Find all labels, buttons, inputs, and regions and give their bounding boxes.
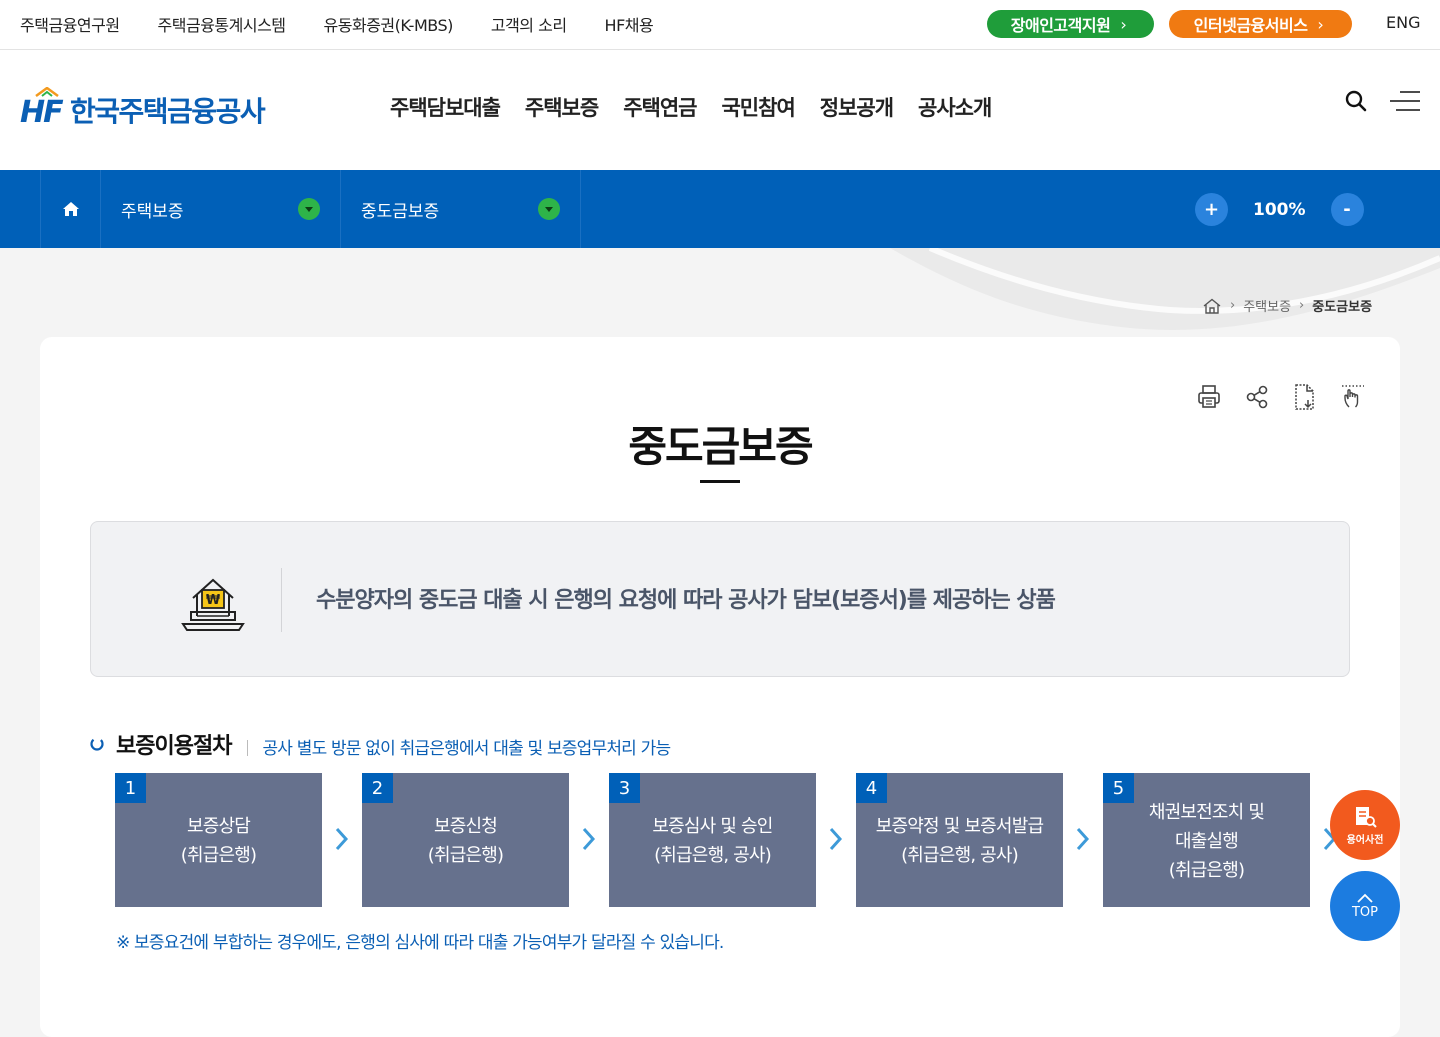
zoom-out-button[interactable]: -	[1330, 193, 1364, 226]
link-customer-voice[interactable]: 고객의 소리	[491, 12, 567, 36]
zoom-level: 100%	[1253, 199, 1306, 220]
intro-divider	[281, 568, 282, 632]
accessibility-support-button[interactable]: 장애인고객지원 ›	[987, 10, 1154, 38]
title-underline	[700, 480, 740, 483]
english-language-link[interactable]: ENG	[1386, 13, 1420, 32]
chevron-right-icon: ›	[1317, 14, 1324, 34]
step-label: 보증심사 및 승인 (취급은행, 공사)	[609, 773, 816, 907]
link-recruitment[interactable]: HF채용	[605, 12, 654, 36]
step-box: 4 보증약정 및 보증서발급 (취급은행, 공사)	[856, 773, 1063, 907]
step-line: (취급은행)	[427, 845, 504, 866]
chevron-down-icon	[538, 198, 560, 220]
section-bullet-icon	[90, 737, 104, 751]
home-icon	[63, 202, 79, 216]
share-icon[interactable]	[1244, 383, 1270, 411]
scroll-top-button[interactable]: TOP	[1330, 871, 1400, 941]
step-label: 채권보전조치 및 대출실행 (취급은행)	[1103, 773, 1310, 907]
house-won-laptop-icon: ₩	[181, 578, 245, 631]
accessibility-support-label: 장애인고객지원	[1010, 16, 1111, 35]
glossary-label: 용어사전	[1346, 834, 1384, 846]
site-header: HF 한국주택금융공사 주택담보대출 주택보증 주택연금 국민참여 정보공개 공…	[0, 50, 1440, 170]
chevron-right-icon	[1076, 827, 1090, 851]
hf-logo-mark: HF	[20, 87, 64, 130]
breadcrumb-separator: ›	[1230, 298, 1236, 313]
step-line: 보증약정 및 보증서발급	[875, 816, 1044, 837]
procedure-title: 보증이용절차	[116, 734, 232, 759]
glossary-button[interactable]: 용어사전	[1330, 790, 1400, 860]
step-box: 5 채권보전조치 및 대출실행 (취급은행)	[1103, 773, 1310, 907]
step-box: 3 보증심사 및 승인 (취급은행, 공사)	[609, 773, 816, 907]
zoom-control: + 100% -	[1195, 193, 1364, 226]
nav-mortgage-loan[interactable]: 주택담보대출	[390, 92, 501, 122]
link-kmbs[interactable]: 유동화증권(K-MBS)	[324, 12, 454, 36]
breadcrumb-separator: ›	[1299, 298, 1305, 313]
internet-banking-button[interactable]: 인터넷금융서비스 ›	[1169, 10, 1352, 38]
step-box: 2 보증신청 (취급은행)	[362, 773, 569, 907]
home-button[interactable]	[40, 170, 101, 248]
home-outline-icon[interactable]	[1202, 298, 1222, 314]
nav-public-participation[interactable]: 국민참여	[721, 92, 795, 122]
link-research-institute[interactable]: 주택금융연구원	[20, 12, 120, 36]
chevron-down-icon	[298, 198, 320, 220]
location-bar: 주택보증 중도금보증 + 100% -	[0, 170, 1440, 248]
product-intro-box: ₩ 수분양자의 중도금 대출 시 은행의 요청에 따라 공사가 담보(보증서)를…	[90, 521, 1350, 677]
search-icon[interactable]	[1344, 89, 1368, 113]
page-tools	[1196, 383, 1388, 411]
step-label: 보증상담 (취급은행)	[115, 773, 322, 907]
top-label: TOP	[1351, 904, 1378, 920]
step-line: 보증심사 및 승인	[652, 816, 773, 837]
procedure-heading: 보증이용절차 공사 별도 방문 없이 취급은행에서 대출 및 보증업무처리 가능	[90, 728, 671, 760]
link-statistics-system[interactable]: 주택금융통계시스템	[158, 12, 286, 36]
step-line: (취급은행)	[180, 845, 257, 866]
step-line: (취급은행)	[1168, 859, 1245, 881]
step-label: 보증약정 및 보증서발급 (취급은행, 공사)	[856, 773, 1063, 907]
chevron-up-icon	[1357, 893, 1373, 903]
background-swirl	[890, 248, 1440, 330]
main-navigation: 주택담보대출 주택보증 주택연금 국민참여 정보공개 공사소개	[390, 92, 1016, 122]
chevron-right-icon: ›	[1120, 14, 1127, 34]
print-icon[interactable]	[1196, 383, 1222, 411]
heading-divider	[247, 740, 249, 756]
page-title: 중도금보증	[628, 422, 813, 471]
step-line: 보증신청	[433, 816, 498, 837]
file-download-icon[interactable]	[1292, 383, 1318, 411]
nav-about-company[interactable]: 공사소개	[918, 92, 992, 122]
utility-links: 주택금융연구원 주택금융통계시스템 유동화증권(K-MBS) 고객의 소리 HF…	[20, 0, 691, 48]
chevron-right-icon	[335, 827, 349, 851]
chevron-right-icon	[829, 827, 843, 851]
depth2-dropdown[interactable]: 중도금보증	[340, 170, 580, 248]
breadcrumb-level1[interactable]: 주택보증	[1243, 296, 1291, 315]
step-line: 대출실행	[1174, 830, 1239, 852]
nav-housing-pension[interactable]: 주택연금	[623, 92, 697, 122]
nav-information-disclosure[interactable]: 정보공개	[820, 92, 894, 122]
touch-hand-icon[interactable]	[1340, 383, 1366, 411]
logo-name: 한국주택금융공사	[70, 95, 266, 128]
hamburger-menu-icon[interactable]	[1390, 91, 1420, 111]
chevron-right-icon	[582, 827, 596, 851]
breadcrumb-current: 중도금보증	[1312, 300, 1373, 315]
zoom-in-button[interactable]: +	[1195, 193, 1228, 226]
svg-text:₩: ₩	[206, 593, 221, 608]
nav-housing-guarantee[interactable]: 주택보증	[525, 92, 599, 122]
step-line: (취급은행, 공사)	[901, 845, 1019, 866]
step-box: 1 보증상담 (취급은행)	[115, 773, 322, 907]
site-logo[interactable]: HF 한국주택금융공사	[20, 87, 266, 130]
depth1-label: 주택보증	[121, 201, 184, 222]
step-line: 채권보전조치 및	[1148, 801, 1265, 823]
procedure-subtitle: 공사 별도 방문 없이 취급은행에서 대출 및 보증업무처리 가능	[262, 738, 671, 759]
book-search-icon	[1356, 806, 1377, 828]
depth2-label: 중도금보증	[361, 201, 440, 222]
step-label: 보증신청 (취급은행)	[362, 773, 569, 907]
procedure-note: ※ 보증요건에 부합하는 경우에도, 은행의 심사에 따라 대출 가능여부가 달…	[116, 933, 724, 953]
step-line: (취급은행, 공사)	[654, 845, 772, 866]
depth1-dropdown[interactable]: 주택보증	[100, 170, 340, 248]
breadcrumb: › 주택보증 › 중도금보증	[1202, 296, 1372, 315]
internet-banking-label: 인터넷금융서비스	[1193, 16, 1308, 35]
product-description: 수분양자의 중도금 대출 시 은행의 요청에 따라 공사가 담보(보증서)를 제…	[316, 588, 1056, 613]
location-divider	[580, 170, 581, 248]
step-line: 보증상담	[186, 816, 251, 837]
utility-bar: 주택금융연구원 주택금융통계시스템 유동화증권(K-MBS) 고객의 소리 HF…	[0, 0, 1440, 50]
